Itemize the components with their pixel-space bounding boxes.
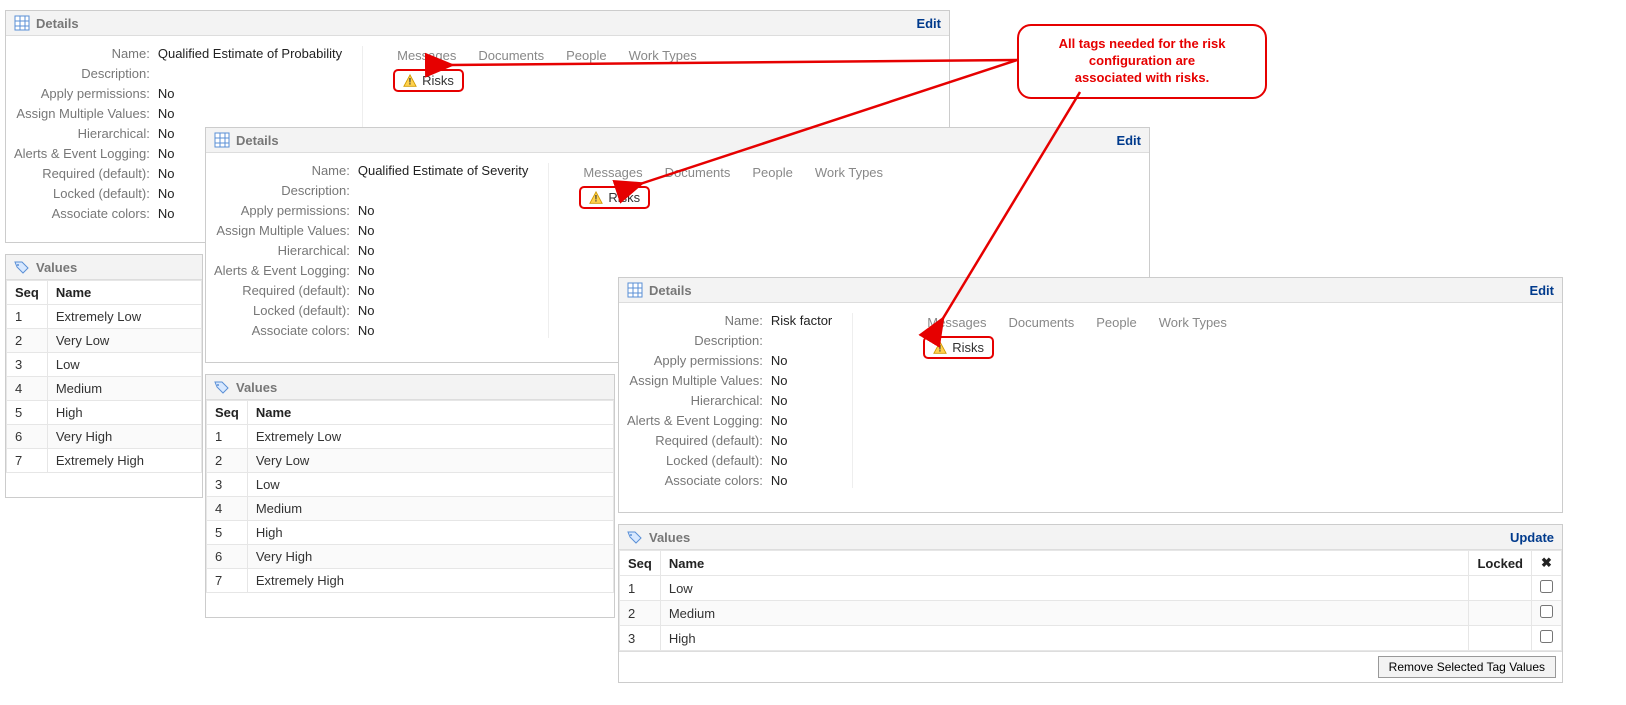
tab-worktypes[interactable]: Work Types <box>1159 315 1227 330</box>
fields-3: Name: Risk factor Description: Apply per… <box>627 313 832 488</box>
tabs-1: Messages Documents People Work Types <box>393 46 941 69</box>
tab-worktypes[interactable]: Work Types <box>629 48 697 63</box>
tab-messages[interactable]: Messages <box>583 165 642 180</box>
table-row[interactable]: 2Very Low <box>207 449 614 473</box>
tab-worktypes[interactable]: Work Types <box>815 165 883 180</box>
lbl-lock: Locked (default): <box>14 186 150 201</box>
edit-link-1[interactable]: Edit <box>916 16 941 31</box>
tab-documents[interactable]: Documents <box>1009 315 1075 330</box>
lbl-req: Required (default): <box>14 166 150 181</box>
values-panel-3: Values Update Seq Name Locked ✖ 1Low2Med… <box>618 524 1563 683</box>
row-select-checkbox[interactable] <box>1540 630 1553 643</box>
annotation-callout: All tags needed for the risk configurati… <box>1017 24 1267 99</box>
svg-text:!: ! <box>595 193 598 203</box>
details-header-1: Details Edit <box>6 11 949 36</box>
row-select-checkbox[interactable] <box>1540 605 1553 618</box>
values-panel-1: Values Seq Name 1Extremely Low2Very Low3… <box>5 254 203 498</box>
table-row[interactable]: 7Extremely High <box>7 449 202 473</box>
lbl-multi: Assign Multiple Values: <box>14 106 150 121</box>
tab-documents[interactable]: Documents <box>478 48 544 63</box>
edit-link-3[interactable]: Edit <box>1529 283 1554 298</box>
tab-messages[interactable]: Messages <box>927 315 986 330</box>
val-name-2: Qualified Estimate of Severity <box>358 163 529 178</box>
risks-chip-3[interactable]: ! Risks <box>923 336 994 359</box>
values-panel-2: Values Seq Name 1Extremely Low2Very Low3… <box>205 374 615 618</box>
tab-messages[interactable]: Messages <box>397 48 456 63</box>
warning-icon: ! <box>933 341 947 355</box>
table-row[interactable]: 3Low <box>7 353 202 377</box>
values-table-1: Seq Name 1Extremely Low2Very Low3Low4Med… <box>6 280 202 473</box>
table-row[interactable]: 2Medium <box>620 601 1562 626</box>
val-name-1: Qualified Estimate of Probability <box>158 46 342 61</box>
grid-icon <box>14 15 30 31</box>
lbl-perm: Apply permissions: <box>14 86 150 101</box>
tab-people[interactable]: People <box>752 165 792 180</box>
values-title-1: Values <box>36 260 77 275</box>
table-row[interactable]: 6Very High <box>7 425 202 449</box>
delete-column-icon: ✖ <box>1532 551 1562 576</box>
col-name: Name <box>47 281 201 305</box>
values-table-2: Seq Name 1Extremely Low2Very Low3Low4Med… <box>206 400 614 593</box>
lbl-col: Associate colors: <box>14 206 150 221</box>
val-name-3: Risk factor <box>771 313 832 328</box>
tabs-2: Messages Documents People Work Types <box>579 163 1141 186</box>
svg-text:!: ! <box>409 76 412 86</box>
fields-2: Name: Qualified Estimate of Severity Des… <box>214 163 528 338</box>
table-row[interactable]: 3Low <box>207 473 614 497</box>
table-row[interactable]: 4Medium <box>207 497 614 521</box>
table-row[interactable]: 1Extremely Low <box>207 425 614 449</box>
tag-icon <box>627 529 643 545</box>
grid-icon <box>627 282 643 298</box>
row-select-checkbox[interactable] <box>1540 580 1553 593</box>
tabs-3: Messages Documents People Work Types <box>923 313 1554 336</box>
svg-text:!: ! <box>939 343 942 353</box>
lbl-name: Name: <box>14 46 150 61</box>
update-link[interactable]: Update <box>1510 530 1554 545</box>
col-seq: Seq <box>7 281 48 305</box>
tab-people[interactable]: People <box>566 48 606 63</box>
risks-chip-1[interactable]: ! Risks <box>393 69 464 92</box>
warning-icon: ! <box>403 74 417 88</box>
warning-icon: ! <box>589 191 603 205</box>
grid-icon <box>214 132 230 148</box>
details-title: Details <box>36 16 79 31</box>
edit-link-2[interactable]: Edit <box>1116 133 1141 148</box>
table-row[interactable]: 1Low <box>620 576 1562 601</box>
tag-icon <box>14 259 30 275</box>
details-panel-3: Details Edit Name: Risk factor Descripti… <box>618 277 1563 513</box>
table-row[interactable]: 6Very High <box>207 545 614 569</box>
tab-people[interactable]: People <box>1096 315 1136 330</box>
table-row[interactable]: 2Very Low <box>7 329 202 353</box>
table-row[interactable]: 3High <box>620 626 1562 651</box>
tag-icon <box>214 379 230 395</box>
remove-selected-button[interactable]: Remove Selected Tag Values <box>1378 656 1556 678</box>
table-row[interactable]: 7Extremely High <box>207 569 614 593</box>
table-row[interactable]: 5High <box>207 521 614 545</box>
lbl-hier: Hierarchical: <box>14 126 150 141</box>
lbl-alerts: Alerts & Event Logging: <box>14 146 150 161</box>
table-row[interactable]: 1Extremely Low <box>7 305 202 329</box>
lbl-desc: Description: <box>14 66 150 81</box>
values-table-3: Seq Name Locked ✖ 1Low2Medium3High <box>619 550 1562 651</box>
table-row[interactable]: 4Medium <box>7 377 202 401</box>
risks-chip-2[interactable]: ! Risks <box>579 186 650 209</box>
tab-documents[interactable]: Documents <box>665 165 731 180</box>
table-row[interactable]: 5High <box>7 401 202 425</box>
